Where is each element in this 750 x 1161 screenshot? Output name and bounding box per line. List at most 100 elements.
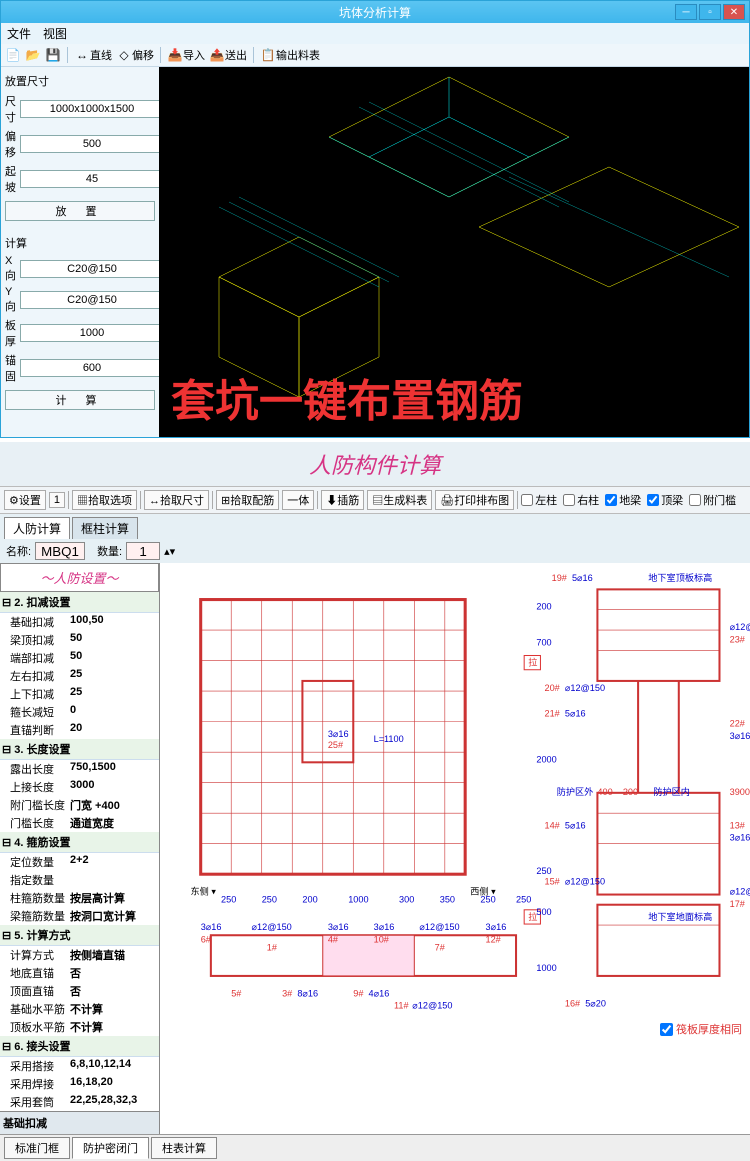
top-tabs: 人防计算 框柱计算 — [0, 514, 750, 539]
btab-protective[interactable]: 防护密闭门 — [72, 1137, 149, 1159]
pick-option-btn[interactable]: ▦拾取选项 — [72, 490, 137, 510]
raft-thickness-same-checkbox[interactable] — [660, 1023, 673, 1036]
tree-item[interactable]: 采用搭接6,8,10,12,14 — [0, 1057, 159, 1075]
svg-text:3⌀16: 3⌀16 — [328, 922, 349, 932]
tree-item[interactable]: 指定数量 — [0, 871, 159, 889]
check-左柱[interactable]: 左柱 — [521, 492, 557, 508]
toolbar-item[interactable]: 📥导入 — [167, 47, 205, 63]
tree-item[interactable]: 基础扣减100,50 — [0, 613, 159, 631]
tree-item[interactable]: 门槛长度通道宽度 — [0, 814, 159, 832]
tree-item[interactable]: 柱箍筋数量按层高计算 — [0, 889, 159, 907]
svg-text:200: 200 — [623, 787, 638, 797]
svg-text:5⌀16: 5⌀16 — [565, 820, 586, 830]
tab-kuangzhu[interactable]: 框柱计算 — [72, 517, 138, 539]
tree-item[interactable]: 采用焊接16,18,20 — [0, 1075, 159, 1093]
svg-text:⌀12@150: ⌀12@150 — [419, 922, 459, 932]
tree-item[interactable]: 定位数量2+2 — [0, 853, 159, 871]
svg-text:⌀12@150: ⌀12@150 — [252, 922, 292, 932]
svg-text:11#: 11# — [394, 1000, 409, 1010]
close-button[interactable]: ✕ — [723, 4, 745, 20]
toolbar-item[interactable]: 📤送出 — [209, 47, 247, 63]
tree-group[interactable]: ⊟ 4. 箍筋设置 — [0, 832, 159, 853]
menu-file[interactable]: 文件 — [7, 25, 31, 42]
print-btn[interactable]: 🖨打印排布图 — [435, 490, 514, 510]
settings-btn[interactable]: ⚙设置 — [4, 490, 46, 510]
svg-text:200: 200 — [536, 602, 551, 612]
svg-text:250: 250 — [480, 895, 495, 905]
svg-text:4⌀16: 4⌀16 — [369, 988, 390, 998]
place-button[interactable]: 放 置 — [5, 201, 155, 221]
tree-item[interactable]: 上下扣减25 — [0, 685, 159, 703]
insert-btn[interactable]: ⬇插筋 — [321, 490, 364, 510]
tree-item[interactable]: 梁箍筋数量按洞口宽计算 — [0, 907, 159, 925]
check-顶梁[interactable]: 顶梁 — [647, 492, 683, 508]
field-尺寸[interactable] — [20, 100, 164, 118]
settings-val[interactable]: 1 — [49, 492, 65, 508]
tree-item[interactable]: 端部扣减50 — [0, 649, 159, 667]
tree-group[interactable]: ⊟ 2. 扣减设置 — [0, 592, 159, 613]
tree-item[interactable]: 顶板水平筋不计算 — [0, 1018, 159, 1036]
pick-rebar-btn[interactable]: ⊞拾取配筋 — [216, 490, 279, 510]
field-起坡[interactable] — [20, 170, 164, 188]
toolbar-item[interactable]: ◇偏移 — [116, 47, 154, 63]
field-Y向[interactable] — [20, 291, 164, 309]
minimize-button[interactable]: ─ — [675, 4, 697, 20]
qty-input[interactable] — [126, 542, 160, 560]
btab-standard[interactable]: 标准门框 — [4, 1137, 70, 1159]
check-右柱[interactable]: 右柱 — [563, 492, 599, 508]
tree-group[interactable]: ⊟ 3. 长度设置 — [0, 739, 159, 760]
tree-item[interactable]: 地底直锚否 — [0, 964, 159, 982]
menu-view[interactable]: 视图 — [43, 25, 67, 42]
tree-item[interactable]: 露出长度750,1500 — [0, 760, 159, 778]
svg-text:3⌀16: 3⌀16 — [328, 729, 349, 739]
tree-item[interactable]: 箍长减短0 — [0, 703, 159, 721]
svg-text:22#: 22# — [730, 719, 746, 729]
mode-btn[interactable]: 一体 — [282, 490, 314, 510]
toolbar-item[interactable]: ↔直线 — [74, 47, 112, 63]
toolbar-item[interactable]: 💾 — [45, 47, 61, 63]
tree-item[interactable]: 直锚判断20 — [0, 721, 159, 739]
svg-text:4#: 4# — [328, 934, 339, 944]
toolbar-item[interactable]: 📂 — [25, 47, 41, 63]
tree-item[interactable]: 基础水平筋不计算 — [0, 1000, 159, 1018]
tree-group[interactable]: ⊟ 5. 计算方式 — [0, 925, 159, 946]
drawing-viewport[interactable]: 3⌀16 25# L=1100 — [160, 563, 750, 1043]
tab-renfang[interactable]: 人防计算 — [4, 517, 70, 539]
check-地梁[interactable]: 地梁 — [605, 492, 641, 508]
svg-text:3#: 3# — [282, 988, 293, 998]
raft-thickness-label: 筏板厚度相同 — [676, 1021, 742, 1037]
check-附门槛[interactable]: 附门槛 — [689, 492, 736, 508]
tree-group[interactable]: ⊟ 6. 接头设置 — [0, 1036, 159, 1057]
svg-text:东侧 ▾: 东侧 ▾ — [191, 886, 217, 897]
gen-table-btn[interactable]: ▤生成料表 — [367, 490, 432, 510]
pick-dim-btn[interactable]: ↔拾取尺寸 — [144, 490, 209, 510]
svg-text:⌀12@150: ⌀12@150 — [412, 1000, 452, 1010]
svg-text:700: 700 — [536, 637, 551, 647]
toolbar-item[interactable]: 📋输出料表 — [260, 47, 320, 63]
field-偏移[interactable] — [20, 135, 164, 153]
svg-text:8⌀16: 8⌀16 — [297, 988, 318, 998]
toolbar-item[interactable]: 📄 — [5, 47, 21, 63]
field-锚固[interactable] — [20, 359, 164, 377]
name-input[interactable] — [35, 542, 85, 560]
maximize-button[interactable]: ▫ — [699, 4, 721, 20]
tree-item[interactable]: 附门槛长度门宽 +400 — [0, 796, 159, 814]
qty-label: 数量: — [97, 543, 122, 559]
field-板厚[interactable] — [20, 324, 164, 342]
tree-item[interactable]: 左右扣减25 — [0, 667, 159, 685]
tree-item[interactable]: 计算方式按侧墙直锚 — [0, 946, 159, 964]
cad-viewport[interactable]: 套坑一键布置钢筋 — [159, 67, 749, 437]
tree-item[interactable]: 采用套筒22,25,28,32,3 — [0, 1093, 159, 1111]
tree-item[interactable]: 梁顶扣减50 — [0, 631, 159, 649]
tree-item[interactable]: 上接长度3000 — [0, 778, 159, 796]
svg-text:防护区外: 防护区外 — [557, 786, 594, 797]
field-X向[interactable] — [20, 260, 164, 278]
btab-column[interactable]: 柱表计算 — [151, 1137, 217, 1159]
svg-text:地下室地面标高: 地下室地面标高 — [648, 911, 712, 922]
qty-spinner[interactable]: ▴▾ — [164, 545, 175, 558]
tree-item[interactable]: 顶面直锚否 — [0, 982, 159, 1000]
calc-button[interactable]: 计 算 — [5, 390, 155, 410]
tree-body[interactable]: ⊟ 2. 扣减设置基础扣减100,50梁顶扣减50端部扣减50左右扣减25上下扣… — [0, 592, 159, 1111]
svg-text:5⌀20: 5⌀20 — [585, 998, 606, 1008]
window1-titlebar: 坑体分析计算 ─ ▫ ✕ — [1, 1, 749, 23]
